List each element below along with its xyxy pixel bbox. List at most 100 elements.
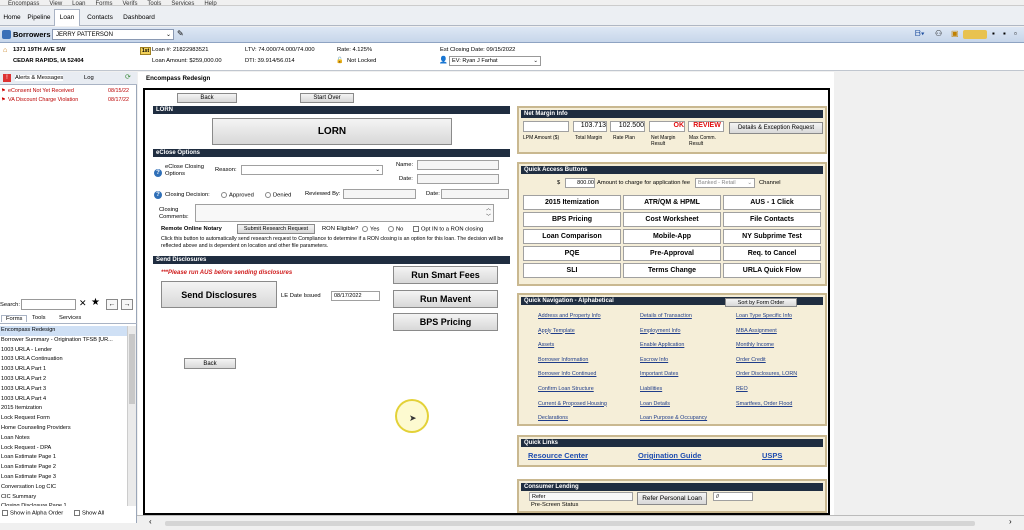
forward-arrow-icon[interactable]: → xyxy=(121,299,133,310)
quick-nav-link[interactable]: Loan Type Specific Info xyxy=(736,313,792,319)
reason-select[interactable]: ⌄ xyxy=(241,165,383,175)
tab-loan[interactable]: Loan xyxy=(54,9,80,26)
refer-personal-loan-button[interactable]: Refer Personal Loan xyxy=(637,492,707,505)
form-list-item[interactable]: 1003 URLA Part 3 xyxy=(0,385,127,395)
tab-contacts[interactable]: Contacts xyxy=(83,9,117,26)
submit-research-request-button[interactable]: Submit Research Request xyxy=(237,224,315,234)
quick-nav-link[interactable]: Escrow Info xyxy=(640,357,668,363)
form-list-item[interactable]: 1003 URLA Part 2 xyxy=(0,375,127,385)
quick-access-button[interactable]: Mobile-App xyxy=(623,229,721,244)
form-list-item[interactable]: Loan Estimate Page 1 xyxy=(0,453,127,463)
usps-link[interactable]: USPS xyxy=(762,451,782,460)
form-list-item[interactable]: 1003 URLA Part 4 xyxy=(0,395,127,405)
quick-nav-link[interactable]: Details of Transaction xyxy=(640,313,692,319)
form-list-item[interactable]: 1003 URLA - Lender xyxy=(0,346,127,356)
tab-log[interactable]: Log xyxy=(84,75,94,81)
quick-nav-link[interactable]: Declarations xyxy=(538,415,568,421)
ev-select[interactable]: EV: Ryan J Farhat ⌄ xyxy=(449,56,541,66)
quick-access-button[interactable]: Cost Worksheet xyxy=(623,212,721,227)
form-list-item[interactable]: Lock Request - DPA xyxy=(0,444,127,454)
tab-forms[interactable]: Forms xyxy=(1,315,28,322)
application-fee-field[interactable]: 800.00 xyxy=(565,178,595,188)
form-list-item[interactable]: 1003 URLA Continuation xyxy=(0,355,127,365)
scroll-thumb[interactable] xyxy=(129,334,135,404)
scroll-thumb[interactable] xyxy=(165,521,975,526)
help-icon[interactable]: ? xyxy=(154,169,162,177)
bps-pricing-button[interactable]: BPS Pricing xyxy=(393,313,498,331)
reviewed-by-field[interactable] xyxy=(343,189,416,199)
quick-access-button[interactable]: Loan Comparison xyxy=(523,229,621,244)
quick-nav-link[interactable]: MBA Assignment xyxy=(736,328,777,334)
efolder-button[interactable] xyxy=(963,30,987,39)
refresh-icon[interactable]: ⟳ xyxy=(125,73,131,81)
tab-home[interactable]: Home xyxy=(0,9,24,26)
favorite-star-icon[interactable]: ★ xyxy=(91,297,100,308)
channel-select[interactable]: Banked - Retail ⌄ xyxy=(695,178,755,188)
tab-services[interactable]: Services xyxy=(59,315,81,321)
quick-nav-link[interactable]: Smartfees, Order Flood xyxy=(736,401,792,407)
quick-nav-link[interactable]: Confirm Loan Structure xyxy=(538,386,594,392)
form-list-item[interactable]: Closing Disclosure Page 1 xyxy=(0,502,127,506)
run-smart-fees-button[interactable]: Run Smart Fees xyxy=(393,266,498,284)
help-icon[interactable]: ? xyxy=(154,191,162,199)
quick-access-button[interactable]: Req. to Cancel xyxy=(723,246,821,261)
quick-access-button[interactable]: URLA Quick Flow xyxy=(723,263,821,278)
binoculars-icon[interactable]: ⚇ xyxy=(935,29,942,38)
quick-nav-link[interactable]: Current & Proposed Housing xyxy=(538,401,607,407)
quick-nav-link[interactable]: Liabilities xyxy=(640,386,662,392)
quick-nav-link[interactable]: Loan Details xyxy=(640,401,670,407)
alert-item[interactable]: ⚑ VA Discount Charge Violation 08/17/22 xyxy=(0,96,136,105)
print-icon[interactable]: ▪ xyxy=(1003,29,1006,38)
send-disclosures-button[interactable]: Send Disclosures xyxy=(161,281,277,308)
quick-nav-link[interactable]: Order Credit xyxy=(736,357,766,363)
origination-guide-link[interactable]: Origination Guide xyxy=(638,451,701,460)
quick-access-button[interactable]: AUS - 1 Click xyxy=(723,195,821,210)
quick-nav-link[interactable]: Address and Property Info xyxy=(538,313,601,319)
alert-item[interactable]: ⚑ eConsent Not Yet Received 08/15/22 xyxy=(0,87,136,96)
quick-nav-link[interactable]: Apply Template xyxy=(538,328,575,334)
quick-nav-link[interactable]: Loan Purpose & Occupancy xyxy=(640,415,707,421)
quick-nav-link[interactable]: Borrower Info Continued xyxy=(538,371,596,377)
sort-by-form-order-button[interactable]: Sort by Form Order xyxy=(725,298,797,307)
quick-nav-link[interactable]: Assets xyxy=(538,342,554,348)
edit-borrower-icon[interactable]: ✎ xyxy=(177,29,184,38)
form-list-item[interactable]: 1003 URLA Part 1 xyxy=(0,365,127,375)
close-loan-icon[interactable]: ▫ xyxy=(1014,29,1017,38)
back-arrow-icon[interactable]: ← xyxy=(106,299,118,310)
quick-nav-link[interactable]: Employment Info xyxy=(640,328,680,334)
denied-radio[interactable]: Denied xyxy=(265,192,291,199)
le-date-field[interactable]: 08/17/2022 xyxy=(331,291,380,301)
search-input[interactable] xyxy=(21,299,76,310)
horizontal-scrollbar[interactable]: ‹ › xyxy=(137,515,1024,530)
folder-icon[interactable]: ▣ xyxy=(951,29,959,38)
quick-nav-link[interactable]: Monthly Income xyxy=(736,342,774,348)
start-over-button[interactable]: Start Over xyxy=(300,93,354,103)
form-list-item[interactable]: Loan Notes xyxy=(0,434,127,444)
quick-access-button[interactable]: SLI xyxy=(523,263,621,278)
quick-access-button[interactable]: Terms Change xyxy=(623,263,721,278)
quick-access-button[interactable]: 2015 Itemization xyxy=(523,195,621,210)
save-icon[interactable]: ▪ xyxy=(992,29,995,38)
closing-comments-textarea[interactable]: ︿ ﹀ xyxy=(195,204,494,222)
form-list-item[interactable]: Borrower Summary - Origination TFSB [UR.… xyxy=(0,336,127,346)
decision-date-field[interactable] xyxy=(441,189,509,199)
approved-radio[interactable]: Approved xyxy=(221,192,254,199)
quick-access-button[interactable]: File Contacts xyxy=(723,212,821,227)
lorn-button[interactable]: LORN xyxy=(212,118,452,145)
opt-in-ron-checkbox[interactable]: Opt IN to a RON closing xyxy=(413,226,483,233)
tab-alerts-messages[interactable]: Alerts & Messages xyxy=(15,75,64,81)
quick-access-button[interactable]: BPS Pricing xyxy=(523,212,621,227)
form-list-item[interactable]: Conversation Log CIC xyxy=(0,483,127,493)
quick-access-button[interactable]: NY Subprime Test xyxy=(723,229,821,244)
date-field[interactable] xyxy=(417,174,499,184)
form-list-item[interactable]: CIC Summary xyxy=(0,493,127,503)
back-button-bottom[interactable]: Back xyxy=(184,358,236,369)
lpm-amount-field[interactable] xyxy=(523,121,569,132)
quick-nav-link[interactable]: Important Dates xyxy=(640,371,678,377)
tab-dashboard[interactable]: Dashboard xyxy=(120,9,158,26)
quick-access-button[interactable]: ATR/QM & HPML xyxy=(623,195,721,210)
resource-center-link[interactable]: Resource Center xyxy=(528,451,588,460)
borrower-select[interactable]: JERRY PATTERSON ⌄ xyxy=(52,29,174,40)
form-list-item[interactable]: Loan Estimate Page 3 xyxy=(0,473,127,483)
show-all-checkbox[interactable]: Show All xyxy=(74,510,104,517)
